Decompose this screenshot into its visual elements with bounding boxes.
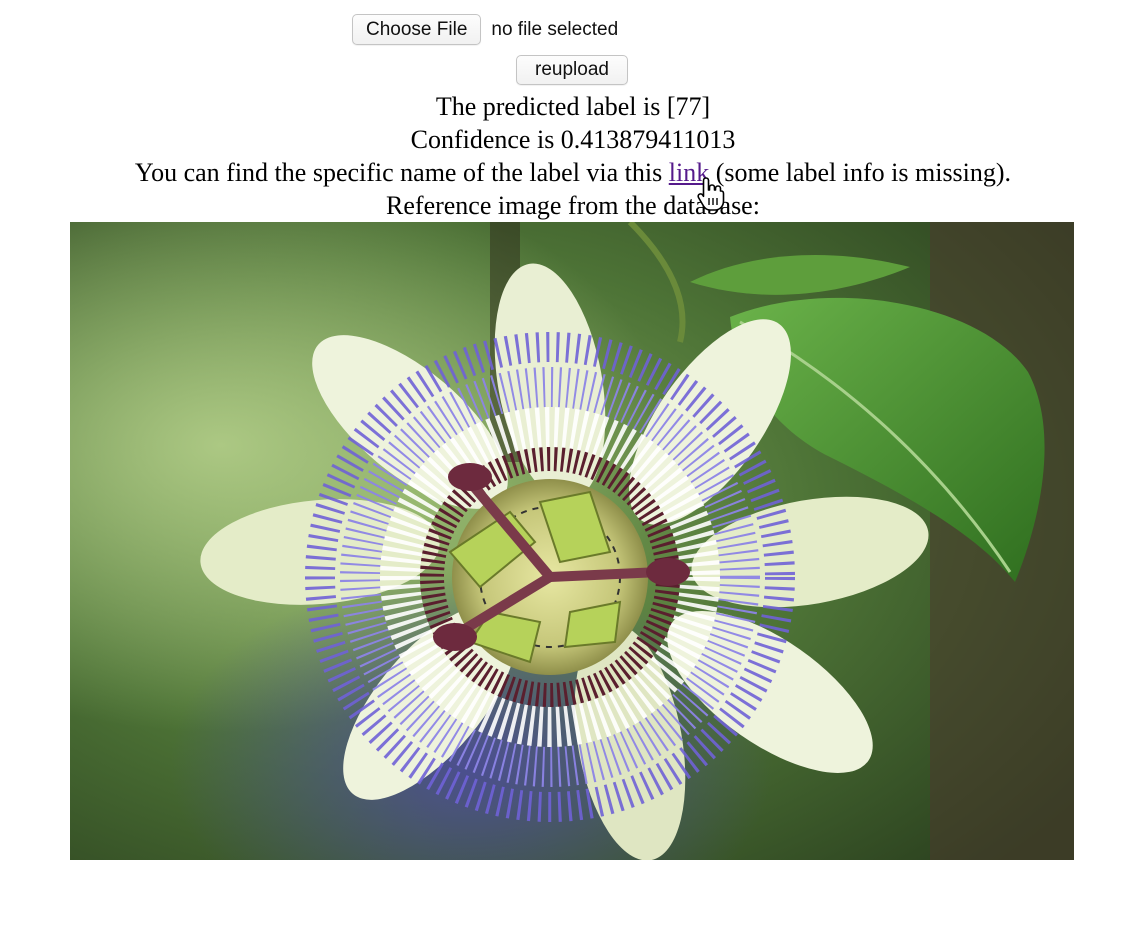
label-info-suffix: (some label info is missing).: [709, 158, 1012, 187]
reupload-button[interactable]: reupload: [516, 55, 628, 85]
label-info-text: You can find the specific name of the la…: [0, 156, 1146, 189]
reference-image: [70, 222, 1074, 860]
label-link[interactable]: link: [669, 158, 709, 187]
result-section: The predicted label is [77] Confidence i…: [0, 90, 1146, 222]
file-input[interactable]: Choose File no file selected: [352, 14, 618, 45]
file-status-text: no file selected: [491, 18, 619, 40]
reference-image-caption: Reference image from the database:: [386, 191, 760, 220]
confidence-text: Confidence is 0.413879411013: [410, 125, 736, 154]
predicted-label-text: The predicted label is [77]: [435, 92, 711, 121]
label-info-prefix: You can find the specific name of the la…: [134, 158, 669, 187]
choose-file-button[interactable]: Choose File: [352, 14, 482, 45]
